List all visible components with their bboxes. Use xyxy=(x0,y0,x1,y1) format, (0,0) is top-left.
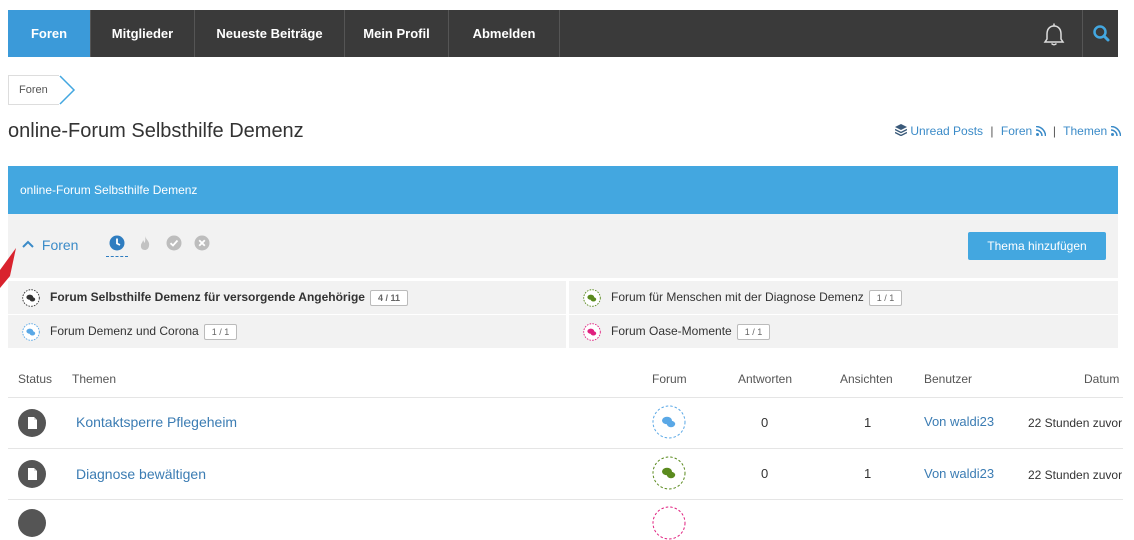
column-header-status: Status xyxy=(18,372,53,386)
column-header-ansichten: Ansichten xyxy=(840,372,893,386)
forum-count-badge: 1 / 1 xyxy=(203,323,238,340)
feed-links: Unread Posts | Foren | Themen xyxy=(894,124,1121,138)
document-icon xyxy=(18,409,46,437)
link-separator: | xyxy=(990,124,994,138)
forum-count-badge: 1 / 1 xyxy=(868,289,903,306)
forum-item-label: Forum Oase-Momente 1 / 1 xyxy=(611,315,771,348)
breadcrumb-label: Foren xyxy=(19,84,48,96)
post-date: 22 Stunden zuvor xyxy=(1028,468,1123,482)
add-topic-button[interactable]: Thema hinzufügen xyxy=(968,232,1106,260)
search-icon[interactable] xyxy=(1082,10,1119,57)
bell-icon[interactable] xyxy=(1028,10,1080,57)
annotation-arrow-icon xyxy=(0,248,16,288)
column-header-forum: Forum xyxy=(652,372,687,386)
column-header-benutzer: Benutzer xyxy=(924,372,973,386)
forum-item-label: Forum für Menschen mit der Diagnose Deme… xyxy=(611,281,903,314)
check-circle-icon[interactable] xyxy=(166,235,182,251)
chevron-up-icon xyxy=(22,240,34,248)
rss-icon[interactable] xyxy=(1035,125,1046,137)
chat-bubbles-icon xyxy=(22,323,40,341)
layers-icon xyxy=(894,124,908,137)
forum-item[interactable]: Forum für Menschen mit der Diagnose Deme… xyxy=(569,281,1118,314)
view-count: 1 xyxy=(864,415,872,430)
forum-count-badge: 1 / 1 xyxy=(736,323,771,340)
chat-bubbles-icon[interactable] xyxy=(652,405,686,439)
column-header-datum: Datum xyxy=(1084,372,1120,386)
foren-toggle-label: Foren xyxy=(41,237,79,253)
rss-icon[interactable] xyxy=(1110,125,1121,137)
document-icon xyxy=(18,509,46,537)
chat-bubbles-icon[interactable] xyxy=(652,456,686,490)
post-date: 22 Stunden zuvor xyxy=(1028,416,1123,430)
user-link[interactable]: Von waldi23 xyxy=(924,466,994,481)
close-circle-icon[interactable] xyxy=(194,235,210,251)
active-filter-underline xyxy=(106,256,128,257)
forum-item-label: Forum Selbsthilfe Demenz für versorgende… xyxy=(50,281,408,314)
forum-toolbar: Foren Thema hinzufügen xyxy=(8,214,1118,278)
chat-bubbles-icon xyxy=(583,289,601,307)
document-icon xyxy=(18,460,46,488)
nav-tab-mein-profil[interactable]: Mein Profil xyxy=(345,10,449,57)
forum-item[interactable]: Forum Selbsthilfe Demenz für versorgende… xyxy=(8,281,566,314)
clock-icon[interactable] xyxy=(109,235,125,251)
fire-icon[interactable] xyxy=(137,235,153,251)
page-title: online-Forum Selbsthilfe Demenz xyxy=(8,120,304,142)
foren-toggle[interactable]: Foren xyxy=(22,237,78,253)
forum-count-badge: 4 / 11 xyxy=(369,289,408,306)
row-divider xyxy=(8,499,1123,500)
reply-count: 0 xyxy=(761,466,769,481)
link-separator: | xyxy=(1052,124,1057,138)
nav-tab-mitglieder[interactable]: Mitglieder xyxy=(91,10,195,57)
forum-item[interactable]: Forum Demenz und Corona 1 / 1 xyxy=(8,315,566,348)
column-header-antworten: Antworten xyxy=(738,372,793,386)
unread-posts-link[interactable]: Unread Posts xyxy=(910,124,983,138)
themen-feed-link[interactable]: Themen xyxy=(1063,124,1107,138)
column-header-themen: Themen xyxy=(72,372,117,386)
topic-link[interactable]: Diagnose bewältigen xyxy=(76,466,206,482)
foren-feed-link[interactable]: Foren xyxy=(1001,124,1032,138)
nav-tab-abmelden[interactable]: Abmelden xyxy=(449,10,560,57)
user-link[interactable]: Von waldi23 xyxy=(924,414,994,429)
chat-bubbles-icon[interactable] xyxy=(652,506,686,540)
forum-item-label: Forum Demenz und Corona 1 / 1 xyxy=(50,315,238,348)
chevron-right-icon xyxy=(59,75,76,105)
forum-header-title: online-Forum Selbsthilfe Demenz xyxy=(8,166,1118,214)
chat-bubbles-icon xyxy=(22,289,40,307)
topic-link[interactable]: Kontaktsperre Pflegeheim xyxy=(76,414,237,430)
chat-bubbles-icon xyxy=(583,323,601,341)
nav-tab-neueste-beitraege[interactable]: Neueste Beiträge xyxy=(195,10,345,57)
reply-count: 0 xyxy=(761,415,769,430)
top-navigation-bar: Foren Mitglieder Neueste Beiträge Mein P… xyxy=(8,10,1118,57)
forum-item[interactable]: Forum Oase-Momente 1 / 1 xyxy=(569,315,1118,348)
view-count: 1 xyxy=(864,466,872,481)
nav-tab-foren[interactable]: Foren xyxy=(8,10,91,57)
